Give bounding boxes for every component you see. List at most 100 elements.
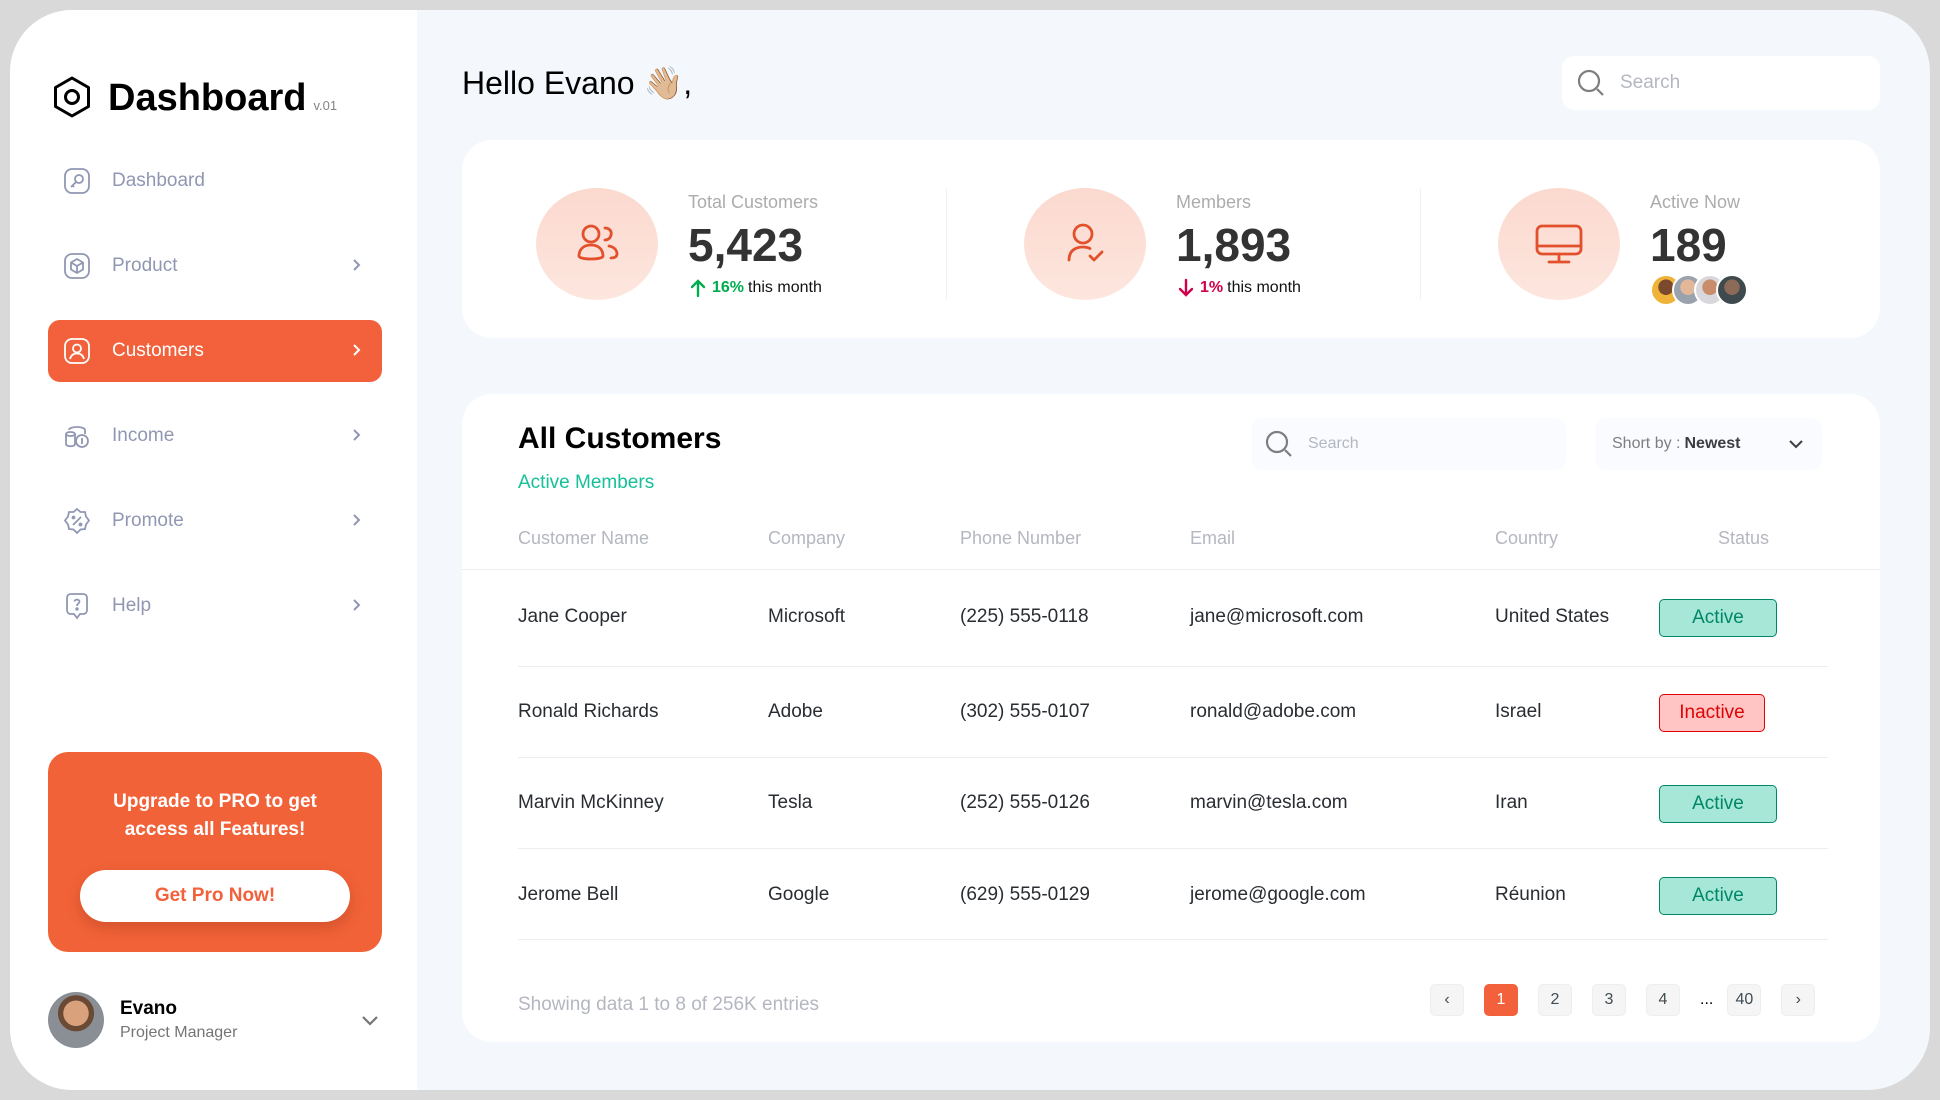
sidebar-item-label: Promote	[112, 510, 184, 531]
page-button-3[interactable]: 3	[1592, 984, 1626, 1016]
stat-label: Members	[1176, 192, 1252, 212]
cell-country: Iran	[1495, 792, 1528, 813]
cell-company: Google	[768, 884, 830, 905]
message-question-icon	[62, 591, 92, 621]
wallet-money-icon	[62, 421, 92, 451]
sort-label: Short by :	[1612, 435, 1681, 452]
cell-customer-name: Jane Cooper	[518, 606, 627, 627]
user-profile[interactable]: Evano Project Manager	[48, 990, 382, 1050]
stat-divider	[1420, 188, 1421, 300]
cell-phone: (252) 555-0126	[960, 792, 1090, 813]
status-badge: Active	[1659, 877, 1777, 915]
sidebar-item-label: Product	[112, 255, 178, 276]
greeting: Hello Evano 👋🏼,	[462, 65, 693, 101]
table-row[interactable]: Jane Cooper Microsoft (225) 555-0118 jan…	[518, 571, 1828, 667]
table-row[interactable]: Jerome Bell Google (629) 555-0129 jerome…	[518, 849, 1828, 940]
sort-dropdown[interactable]: Short by : Newest	[1596, 418, 1822, 470]
sidebar-item-promote[interactable]: Promote	[48, 490, 382, 552]
hexagon-logo-icon	[54, 76, 90, 118]
cell-phone: (302) 555-0107	[960, 701, 1090, 722]
search-placeholder: Search	[1308, 435, 1359, 452]
pagination-summary: Showing data 1 to 8 of 256K entries	[518, 994, 820, 1015]
customers-table-panel: All Customers Active Members Search Shor…	[462, 394, 1880, 1042]
avatar	[1716, 274, 1748, 306]
sidebar-item-income[interactable]: Income	[48, 405, 382, 467]
profile-role: Project Manager	[120, 1024, 238, 1041]
stat-trend-suffix: this month	[748, 279, 822, 296]
stat-icon-circle	[1024, 188, 1146, 300]
key-icon	[62, 166, 92, 196]
column-header: Email	[1190, 528, 1236, 548]
chevron-down-icon	[1789, 440, 1803, 449]
chevron-right-icon	[353, 344, 361, 356]
stat-trend-percent: 1%	[1200, 279, 1224, 296]
table-header: Customer Name Company Phone Number Email…	[462, 528, 1880, 570]
user-tick-icon	[1067, 223, 1104, 262]
discount-shape-icon	[62, 506, 92, 536]
page-prev-button[interactable]: ‹	[1430, 984, 1464, 1016]
arrow-down-icon	[1178, 278, 1194, 297]
search-icon	[1265, 430, 1292, 457]
sidebar-item-label: Income	[112, 425, 175, 446]
column-header: Status	[1718, 528, 1770, 548]
status-badge: Inactive	[1659, 694, 1765, 732]
cell-customer-name: Jerome Bell	[518, 884, 619, 905]
stat-trend-suffix: this month	[1227, 279, 1301, 296]
cell-company: Microsoft	[768, 606, 846, 627]
chevron-down-icon[interactable]	[358, 1008, 382, 1032]
status-badge: Active	[1659, 599, 1777, 637]
chevron-right-icon	[353, 599, 361, 611]
column-header: Customer Name	[518, 528, 650, 548]
stat-trend: 16% this month	[688, 278, 822, 298]
table-subtitle[interactable]: Active Members	[518, 472, 654, 494]
get-pro-button[interactable]: Get Pro Now!	[80, 870, 350, 922]
stats-card: Total Customers 5,423 16% this month Mem…	[462, 140, 1880, 338]
table-row[interactable]: Ronald Richards Adobe (302) 555-0107 ron…	[518, 667, 1828, 758]
cell-customer-name: Ronald Richards	[518, 701, 659, 722]
brand-title: Dashboard	[108, 77, 307, 119]
page-button-40[interactable]: 40	[1727, 984, 1762, 1016]
table-row[interactable]: Marvin McKinney Tesla (252) 555-0126 mar…	[518, 758, 1828, 849]
sidebar-item-product[interactable]: Product	[48, 235, 382, 297]
cell-phone: (629) 555-0129	[960, 884, 1090, 905]
upgrade-promo-card: Upgrade to PRO to get access all Feature…	[48, 752, 382, 952]
page-button-1[interactable]: 1	[1484, 984, 1518, 1016]
sidebar-item-label: Customers	[112, 340, 204, 361]
sidebar-item-customers[interactable]: Customers	[48, 320, 382, 382]
cell-company: Adobe	[768, 701, 823, 722]
users-icon	[577, 224, 619, 261]
page-button-4[interactable]: 4	[1646, 984, 1680, 1016]
table-search-input[interactable]: Search	[1252, 418, 1566, 470]
pagination: ‹ 1 2 3 4 ... 40 ›	[1430, 984, 1835, 1016]
column-header: Company	[768, 528, 846, 548]
cell-company: Tesla	[768, 792, 813, 813]
stat-value: 189	[1650, 219, 1727, 271]
chevron-right-icon	[353, 429, 361, 441]
cell-phone: (225) 555-0118	[960, 606, 1089, 627]
cell-customer-name: Marvin McKinney	[518, 792, 664, 813]
promo-text: Upgrade to PRO to get access all Feature…	[113, 791, 317, 840]
search-icon	[1577, 69, 1604, 96]
page-button-2[interactable]: 2	[1538, 984, 1572, 1016]
app-window: Dashboard v.01 Dashboard Product Custome…	[10, 10, 1930, 1090]
page-ellipsis: ...	[1700, 991, 1714, 1008]
cell-country: Réunion	[1495, 884, 1566, 905]
status-badge: Active	[1659, 785, 1777, 823]
active-avatars	[1650, 274, 1748, 306]
sidebar-item-dashboard[interactable]: Dashboard	[48, 150, 382, 212]
page-next-button[interactable]: ›	[1781, 984, 1816, 1016]
cube-icon	[62, 251, 92, 281]
stat-value: 5,423	[688, 219, 804, 271]
sidebar-item-help[interactable]: Help	[48, 575, 382, 637]
avatar	[48, 992, 104, 1048]
search-input[interactable]: Search	[1562, 56, 1880, 110]
cell-country: United States	[1495, 606, 1610, 627]
cell-email: jane@microsoft.com	[1190, 606, 1364, 627]
sort-value: Newest	[1684, 435, 1741, 452]
chevron-right-icon	[353, 259, 361, 271]
cell-country: Israel	[1495, 701, 1542, 722]
cell-email: marvin@tesla.com	[1190, 792, 1348, 813]
column-header: Phone Number	[960, 528, 1082, 548]
stat-icon-circle	[1498, 188, 1620, 300]
monitor-icon	[1535, 224, 1583, 264]
